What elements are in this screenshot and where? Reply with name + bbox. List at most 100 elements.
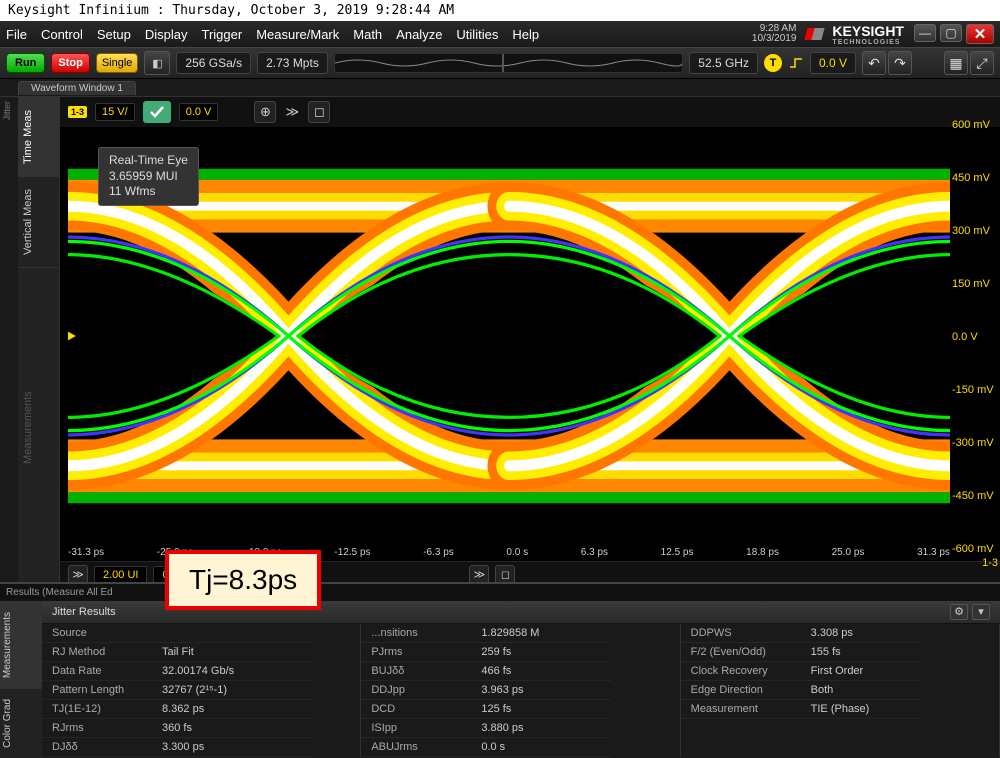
check-icon <box>148 103 166 121</box>
edge-trigger-icon <box>788 55 804 71</box>
results-dropdown-button[interactable]: ▾ <box>972 604 990 620</box>
add-channel-button[interactable]: ⊕ <box>254 101 276 123</box>
results-tab-strip: Results (Measure All Ed <box>0 584 1000 601</box>
results-tab[interactable]: Results (Measure All Ed <box>6 587 113 598</box>
minimize-button[interactable]: — <box>914 24 936 42</box>
result-value: Both <box>801 681 921 700</box>
sample-rate-field[interactable]: 256 GSa/s <box>176 52 251 74</box>
side-tab-vertical-meas[interactable]: Vertical Meas <box>18 176 59 267</box>
result-label: Edge Direction <box>681 681 801 700</box>
menu-item-file[interactable]: File <box>6 27 27 42</box>
result-label: Clock Recovery <box>681 662 801 681</box>
y-tick: 450 mV <box>952 172 998 184</box>
results-panel: Results (Measure All Ed Measurements Col… <box>0 582 1000 758</box>
result-label: ABUJrms <box>361 738 471 757</box>
expand-icon[interactable]: ≫ <box>284 101 300 123</box>
x-axis-channel-label: 1-3 <box>982 557 998 569</box>
menu-item-math[interactable]: Math <box>353 27 382 42</box>
title-bar: Keysight Infiniium : Thursday, October 3… <box>0 0 1000 21</box>
jitter-sidebar-strip: Jitter <box>0 97 18 587</box>
x-tick: -6.3 ps <box>423 547 454 559</box>
side-tab-time-meas[interactable]: Time Meas <box>18 97 59 176</box>
run-button[interactable]: Run <box>6 53 45 73</box>
vertical-offset-field[interactable]: 0.0 V <box>179 103 219 121</box>
x-tick: 18.8 ps <box>746 547 779 559</box>
jitter-results-table: Jitter Results ⚙ ▾ SourceRJ MethodTail F… <box>42 601 1000 758</box>
toolbar: Run Stop Single ◧ 256 GSa/s 2.73 Mpts 52… <box>0 47 1000 79</box>
clock: 9:28 AM 10/3/2019 <box>752 24 797 44</box>
result-label: DCD <box>361 700 471 719</box>
result-value: 155 fs <box>801 643 921 662</box>
waveform-tab-strip: Waveform Window 1 <box>0 79 1000 97</box>
menu-item-setup[interactable]: Setup <box>97 27 131 42</box>
result-label: Pattern Length <box>42 681 152 700</box>
result-label: Source <box>42 624 152 643</box>
result-value: 3.880 ps <box>471 719 611 738</box>
waveform-area: 1-3 15 V/ 0.0 V ⊕ ≫ ◻ <box>60 97 1000 587</box>
results-side-tab-color-grad[interactable]: Color Grad <box>0 688 42 758</box>
result-value: TIE (Phase) <box>801 700 921 719</box>
result-label: ...nsitions <box>361 624 471 643</box>
mem-depth-field[interactable]: 2.73 Mpts <box>257 52 328 74</box>
result-label: Measurement <box>681 700 801 719</box>
result-label: BUJδδ <box>361 662 471 681</box>
menu-item-measure-mark[interactable]: Measure/Mark <box>256 27 339 42</box>
x-tick: 12.5 ps <box>661 547 694 559</box>
menu-item-utilities[interactable]: Utilities <box>456 27 498 42</box>
result-value: First Order <box>801 662 921 681</box>
waveform-tab[interactable]: Waveform Window 1 <box>18 81 136 95</box>
menu-item-trigger[interactable]: Trigger <box>201 27 242 42</box>
brand-logo: KEYSIGHT TECHNOLOGIES <box>806 23 904 46</box>
x-tick: 0.0 s <box>506 547 528 559</box>
vertical-scale-field[interactable]: 15 V/ <box>95 103 135 121</box>
result-label: ISIpp <box>361 719 471 738</box>
results-side-tabs: Measurements Color Grad <box>0 601 42 758</box>
menu-item-analyze[interactable]: Analyze <box>396 27 442 42</box>
menu-bar: File Control Setup Display Trigger Measure/Ma… <box>0 21 1000 47</box>
result-value: 360 fs <box>152 719 312 738</box>
trigger-badge[interactable]: T <box>764 54 782 72</box>
result-value: 1.829858 M <box>471 624 611 643</box>
results-side-tab-measurements[interactable]: Measurements <box>0 601 42 688</box>
menu-item-help[interactable]: Help <box>512 27 539 42</box>
y-tick: 0.0 V <box>952 331 998 343</box>
x-tick: 6.3 ps <box>581 547 608 559</box>
autoscale-button[interactable]: ◧ <box>144 51 170 75</box>
expand-button[interactable]: ⤢ <box>970 51 994 75</box>
channel-badge[interactable]: 1-3 <box>68 106 87 118</box>
result-label: Data Rate <box>42 662 152 681</box>
y-tick: -300 mV <box>952 437 998 449</box>
close-button[interactable]: ✕ <box>966 24 994 44</box>
undo-button[interactable]: ↶ <box>862 51 886 75</box>
eye-diagram[interactable]: Real-Time Eye 3.65959 MUI 11 Wfms <box>68 127 950 545</box>
channel-bar: 1-3 15 V/ 0.0 V ⊕ ≫ ◻ <box>60 97 1000 127</box>
result-value: 32.00174 Gb/s <box>152 662 312 681</box>
side-tab-measurements[interactable]: Measurements <box>18 267 59 587</box>
result-label: DDJpp <box>361 681 471 700</box>
result-label: F/2 (Even/Odd) <box>681 643 801 662</box>
result-value: 259 fs <box>471 643 611 662</box>
single-button[interactable]: Single <box>96 53 139 73</box>
channel-enable-toggle[interactable] <box>143 101 171 123</box>
result-label: PJrms <box>361 643 471 662</box>
waveform-overview[interactable] <box>334 53 683 73</box>
menu-item-control[interactable]: Control <box>41 27 83 42</box>
result-label: DDPWS <box>681 624 801 643</box>
results-settings-button[interactable]: ⚙ <box>950 604 968 620</box>
redo-button[interactable]: ↷ <box>888 51 912 75</box>
stop-button[interactable]: Stop <box>51 53 89 73</box>
bookmark-button[interactable]: ◻ <box>308 101 330 123</box>
eye-info-box: Real-Time Eye 3.65959 MUI 11 Wfms <box>98 147 199 206</box>
time-scale-field[interactable]: 2.00 UI <box>94 566 147 584</box>
trigger-level-field[interactable]: 0.0 V <box>810 52 856 74</box>
menu-item-display[interactable]: Display <box>145 27 188 42</box>
y-axis: 600 mV450 mV300 mV150 mV0.0 V-150 mV-300… <box>952 119 998 555</box>
result-value: Tail Fit <box>152 643 312 662</box>
result-value: 0.0 s <box>471 738 611 757</box>
result-value: 3.308 ps <box>801 624 921 643</box>
x-tick: -12.5 ps <box>334 547 370 559</box>
layout-button[interactable]: ▦ <box>944 51 968 75</box>
maximize-button[interactable]: ▢ <box>940 24 962 42</box>
result-value: 3.300 ps <box>152 738 312 757</box>
bandwidth-field[interactable]: 52.5 GHz <box>689 52 758 74</box>
